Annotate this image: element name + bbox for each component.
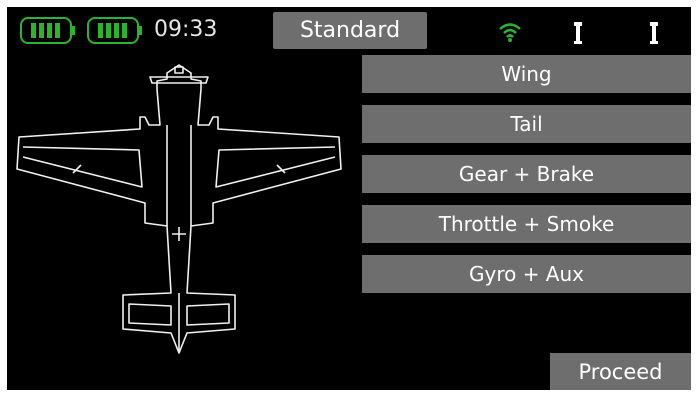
airplane-outline-icon [16, 64, 342, 354]
battery-icon [87, 17, 143, 44]
menu-button-gyro-aux[interactable]: Gyro + Aux [362, 255, 691, 293]
transmitter-screen: 09:33 Standard Wing Tail Gear + Brake Th… [7, 7, 691, 390]
menu-button-gear-brake[interactable]: Gear + Brake [362, 155, 691, 193]
menu-button-throttle-smoke[interactable]: Throttle + Smoke [362, 205, 691, 243]
antenna-icon [573, 21, 583, 49]
mode-selector[interactable]: Standard [273, 12, 427, 49]
antenna-icon [649, 21, 659, 49]
clock-time: 09:33 [154, 17, 218, 42]
proceed-button[interactable]: Proceed [550, 353, 691, 390]
menu-button-tail[interactable]: Tail [362, 105, 691, 143]
wifi-signal-icon [497, 21, 523, 47]
menu-button-wing[interactable]: Wing [362, 55, 691, 93]
battery-icon [20, 17, 76, 44]
